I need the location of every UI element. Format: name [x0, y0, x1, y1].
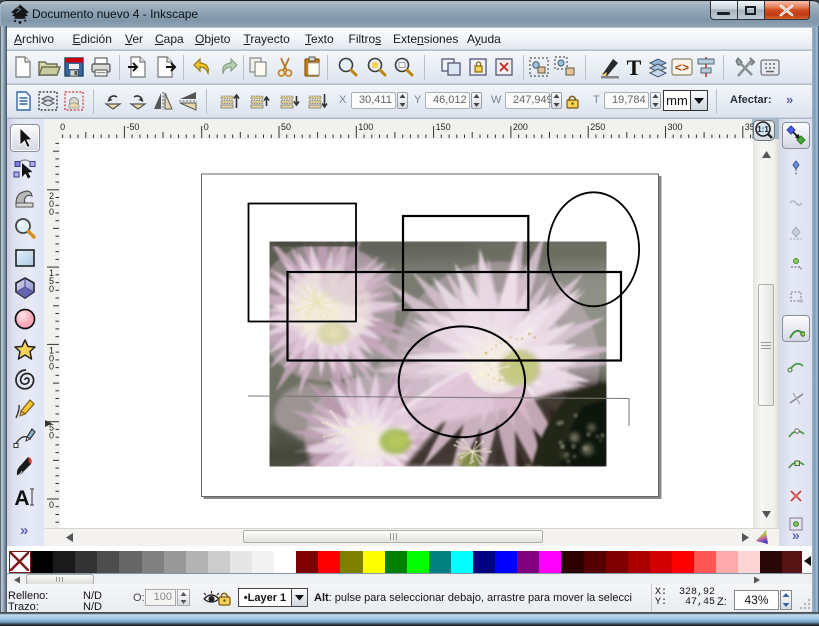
svg-text:-50: -50	[126, 122, 139, 132]
svg-text:50: 50	[281, 122, 291, 132]
svg-text:0: 0	[49, 431, 54, 441]
svg-text:0: 0	[204, 122, 209, 132]
svg-text:0: 0	[49, 361, 54, 371]
svg-text:200: 200	[513, 122, 528, 132]
svg-text:300: 300	[668, 122, 683, 132]
svg-text:0: 0	[49, 284, 54, 294]
svg-text:A: A	[14, 487, 29, 509]
svg-text:T: T	[627, 55, 642, 79]
svg-text:250: 250	[590, 122, 605, 132]
svg-text:0: 0	[49, 207, 54, 217]
svg-text:150: 150	[436, 122, 451, 132]
svg-text:100: 100	[358, 122, 373, 132]
svg-text:1:1: 1:1	[757, 125, 769, 134]
svg-text:0: 0	[60, 122, 65, 132]
svg-text:0: 0	[49, 500, 54, 510]
svg-text:<>: <>	[675, 62, 689, 76]
